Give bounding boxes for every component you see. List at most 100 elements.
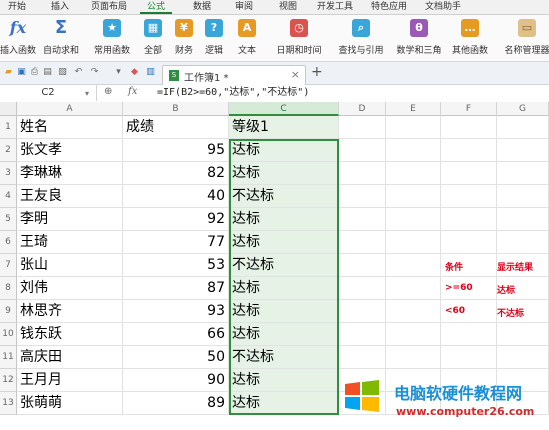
name-cell[interactable]: 李琳琳 bbox=[17, 162, 123, 185]
grid-cell[interactable] bbox=[339, 277, 386, 300]
grid-cell[interactable] bbox=[497, 208, 549, 231]
zoom-icon[interactable]: ⊕ bbox=[104, 86, 112, 97]
tab-page-layout[interactable]: 页面布局 bbox=[86, 0, 132, 14]
grade-cell[interactable]: 达标 bbox=[229, 231, 339, 254]
score-cell[interactable]: 53 bbox=[123, 254, 229, 277]
score-cell[interactable]: 40 bbox=[123, 185, 229, 208]
grade-cell[interactable]: 达标 bbox=[229, 208, 339, 231]
grade-cell[interactable]: 不达标 bbox=[229, 254, 339, 277]
name-cell[interactable]: 王月月 bbox=[17, 369, 123, 392]
lookup-button[interactable]: ⌕ 查找与引用 bbox=[338, 17, 384, 59]
grid-cell[interactable] bbox=[497, 139, 549, 162]
score-cell[interactable]: 89 bbox=[123, 392, 229, 415]
tab-review[interactable]: 审阅 bbox=[230, 0, 258, 14]
grid-cell[interactable] bbox=[497, 185, 549, 208]
name-cell[interactable]: 李明 bbox=[17, 208, 123, 231]
grid-cell[interactable] bbox=[441, 208, 497, 231]
math-button[interactable]: θ 数学和三角 bbox=[396, 17, 442, 59]
grade-cell[interactable]: 达标 bbox=[229, 162, 339, 185]
name-cell[interactable]: 王琦 bbox=[17, 231, 123, 254]
grid-cell[interactable] bbox=[441, 231, 497, 254]
grid-cell[interactable] bbox=[386, 300, 441, 323]
tab-developer[interactable]: 开发工具 bbox=[312, 0, 358, 14]
score-cell[interactable]: 50 bbox=[123, 346, 229, 369]
redo-icon[interactable]: ↷ bbox=[89, 67, 100, 78]
autosum-button[interactable]: Σ 自动求和 bbox=[43, 17, 79, 59]
name-cell[interactable]: 刘伟 bbox=[17, 277, 123, 300]
grid-cell[interactable] bbox=[441, 185, 497, 208]
grid-cell[interactable] bbox=[441, 323, 497, 346]
grid-cell[interactable] bbox=[339, 323, 386, 346]
column-header-f[interactable]: F bbox=[441, 102, 497, 116]
formula-input[interactable]: =IF(B2>=60,"达标","不达标") bbox=[157, 85, 309, 101]
name-box[interactable]: C2 ▾ bbox=[0, 85, 97, 101]
grid-cell[interactable] bbox=[386, 323, 441, 346]
column-header-b[interactable]: B bbox=[123, 102, 229, 116]
grid-cell[interactable] bbox=[386, 346, 441, 369]
column-header-e[interactable]: E bbox=[386, 102, 441, 116]
undo-icon[interactable]: ↶ bbox=[73, 67, 84, 78]
print-icon[interactable]: ⎙ bbox=[29, 67, 40, 78]
name-cell[interactable]: 钱东跃 bbox=[17, 323, 123, 346]
name-cell[interactable]: 张文孝 bbox=[17, 139, 123, 162]
grid-cell[interactable] bbox=[497, 231, 549, 254]
tab-insert[interactable]: 插入 bbox=[46, 0, 74, 14]
grid-cell[interactable] bbox=[441, 346, 497, 369]
tab-data[interactable]: 数据 bbox=[188, 0, 216, 14]
grid-cell[interactable] bbox=[386, 277, 441, 300]
dropdown-arrow-icon[interactable]: ▾ bbox=[113, 67, 124, 78]
name-cell[interactable]: 张萌萌 bbox=[17, 392, 123, 415]
row-header-12[interactable]: 12 bbox=[0, 369, 17, 392]
grade-cell[interactable]: 不达标 bbox=[229, 185, 339, 208]
name-cell[interactable]: 张山 bbox=[17, 254, 123, 277]
tab-view[interactable]: 视图 bbox=[274, 0, 302, 14]
other-functions-button[interactable]: … 其他函数 bbox=[452, 17, 488, 59]
grid-cell[interactable] bbox=[339, 139, 386, 162]
row-header-11[interactable]: 11 bbox=[0, 346, 17, 369]
logic-button[interactable]: ? 逻辑 bbox=[203, 17, 225, 59]
grid-cell[interactable] bbox=[386, 162, 441, 185]
grid-cell[interactable] bbox=[339, 162, 386, 185]
grid-cell[interactable] bbox=[441, 162, 497, 185]
row-header-10[interactable]: 10 bbox=[0, 323, 17, 346]
text-functions-button[interactable]: A 文本 bbox=[236, 17, 258, 59]
tab-formulas[interactable]: 公式 bbox=[140, 0, 172, 14]
insert-function-fx-button[interactable]: fx bbox=[128, 86, 137, 97]
grid-cell[interactable] bbox=[386, 231, 441, 254]
grid-cell[interactable] bbox=[339, 300, 386, 323]
tab-doc-assistant[interactable]: 文档助手 bbox=[420, 0, 466, 14]
score-cell[interactable]: 95 bbox=[123, 139, 229, 162]
tab-special[interactable]: 特色应用 bbox=[366, 0, 412, 14]
grid-cell[interactable] bbox=[441, 116, 497, 139]
row-header-5[interactable]: 5 bbox=[0, 208, 17, 231]
save-icon[interactable]: ▣ bbox=[16, 67, 27, 78]
row-header-1[interactable]: 1 bbox=[0, 116, 17, 139]
all-functions-button[interactable]: ▦ 全部 bbox=[142, 17, 164, 59]
column-header-g[interactable]: G bbox=[497, 102, 549, 116]
print-preview-icon[interactable]: ▤ bbox=[42, 67, 53, 78]
grid-cell[interactable] bbox=[386, 254, 441, 277]
grid-cell[interactable] bbox=[339, 185, 386, 208]
table-header-cell[interactable]: 姓名 bbox=[17, 116, 123, 139]
grade-cell[interactable]: 达标 bbox=[229, 277, 339, 300]
grid-cell[interactable] bbox=[339, 116, 386, 139]
row-header-4[interactable]: 4 bbox=[0, 185, 17, 208]
grade-cell[interactable]: 达标 bbox=[229, 300, 339, 323]
insert-function-button[interactable]: fx 插入函数 bbox=[0, 17, 36, 59]
templates-icon[interactable]: ▥ bbox=[145, 67, 156, 78]
common-functions-button[interactable]: ★ 常用函数 bbox=[94, 17, 130, 59]
table-header-cell[interactable]: 等级1 bbox=[229, 116, 339, 139]
column-header-a[interactable]: A bbox=[17, 102, 123, 116]
row-header-6[interactable]: 6 bbox=[0, 231, 17, 254]
name-manager-button[interactable]: ▭ 名称管理器 bbox=[504, 17, 549, 59]
grade-cell[interactable]: 达标 bbox=[229, 323, 339, 346]
select-all-corner[interactable] bbox=[0, 102, 17, 116]
name-cell[interactable]: 高庆田 bbox=[17, 346, 123, 369]
grade-cell[interactable]: 不达标 bbox=[229, 346, 339, 369]
new-tab-plus-icon[interactable]: + bbox=[311, 64, 323, 80]
table-header-cell[interactable]: 成绩 bbox=[123, 116, 229, 139]
export-icon[interactable]: ▧ bbox=[57, 67, 68, 78]
score-cell[interactable]: 77 bbox=[123, 231, 229, 254]
grid-cell[interactable] bbox=[386, 185, 441, 208]
row-header-9[interactable]: 9 bbox=[0, 300, 17, 323]
